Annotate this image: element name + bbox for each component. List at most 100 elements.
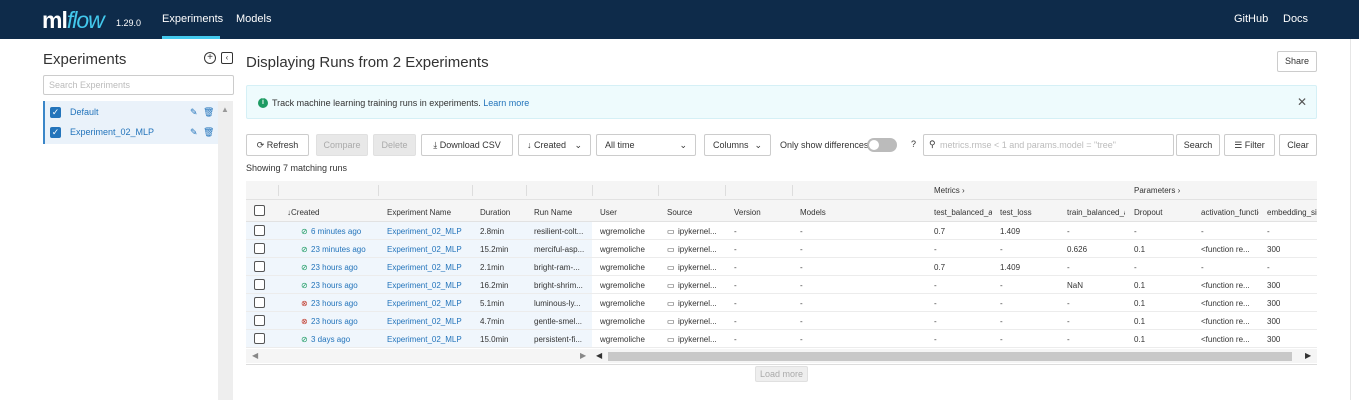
cell-created[interactable]: 3 days ago <box>311 335 350 344</box>
edit-icon[interactable]: ✎ <box>190 107 198 118</box>
cell-experiment[interactable]: Experiment_02_MLP <box>387 335 462 344</box>
column-header-source[interactable]: Source <box>667 208 692 217</box>
cell-experiment[interactable]: Experiment_02_MLP <box>387 281 462 290</box>
column-header-dropout[interactable]: Dropout <box>1134 208 1192 217</box>
cell-experiment[interactable]: Experiment_02_MLP <box>387 227 462 236</box>
filter-button[interactable]: ☰ Filter <box>1224 134 1275 156</box>
chevron-down-icon: ⌄ <box>679 140 687 150</box>
nav-models[interactable]: Models <box>236 13 271 25</box>
mlflow-logo[interactable]: mlflow <box>42 7 105 34</box>
column-header-duration[interactable]: Duration <box>480 208 510 217</box>
checkbox-checked-icon[interactable]: ✓ <box>50 107 61 118</box>
row-checkbox[interactable] <box>254 261 265 272</box>
help-icon[interactable]: ? <box>911 139 916 149</box>
nav-github[interactable]: GitHub <box>1234 13 1268 25</box>
cell-created[interactable]: 23 hours ago <box>311 281 358 290</box>
checkbox-checked-icon[interactable]: ✓ <box>50 127 61 138</box>
cell-created[interactable]: 23 hours ago <box>311 299 358 308</box>
experiment-name[interactable]: Default <box>70 107 99 117</box>
trash-icon[interactable]: 🗑 <box>203 107 214 118</box>
select-all-checkbox[interactable] <box>254 205 265 216</box>
trash-icon[interactable]: 🗑 <box>203 127 214 138</box>
experiment-item-mlp[interactable]: ✓ Experiment_02_MLP ✎ 🗑 <box>45 123 220 143</box>
row-checkbox[interactable] <box>254 297 265 308</box>
search-experiments-input[interactable]: Search Experiments <box>43 75 234 95</box>
notebook-icon: ▭ <box>667 245 675 254</box>
add-experiment-icon[interactable]: + <box>204 52 216 64</box>
scroll-right-icon[interactable]: ▶ <box>1305 351 1311 360</box>
experiment-name[interactable]: Experiment_02_MLP <box>70 127 154 137</box>
table-row[interactable]: ⊗ 23 hours ago Experiment_02_MLP 5.1min lumi… <box>246 294 1317 312</box>
nav-docs[interactable]: Docs <box>1283 13 1308 25</box>
row-checkbox[interactable] <box>254 225 265 236</box>
columns-select[interactable]: Columns ⌄ <box>704 134 771 156</box>
row-checkbox[interactable] <box>254 243 265 254</box>
column-header-models[interactable]: Models <box>800 208 826 217</box>
column-header-experiment[interactable]: Experiment Name <box>387 208 451 217</box>
table-row[interactable]: ⊘ 6 minutes ago Experiment_02_MLP 2.8min res… <box>246 222 1317 240</box>
delete-button[interactable]: Delete <box>373 134 416 156</box>
column-header-run-name[interactable]: Run Name <box>534 208 572 217</box>
scroll-left-icon[interactable]: ◀ <box>596 351 602 360</box>
cell-created[interactable]: 23 hours ago <box>311 263 358 272</box>
column-header-train-balanced[interactable]: train_balanced_accuracy <box>1067 208 1125 217</box>
edit-icon[interactable]: ✎ <box>190 127 198 138</box>
cell-experiment[interactable]: Experiment_02_MLP <box>387 317 462 326</box>
cell-created[interactable]: 23 minutes ago <box>311 245 366 254</box>
horizontal-scrollbar[interactable]: ◀ ▶ ◀ ▶ <box>246 349 1317 363</box>
metrics-group-header[interactable]: Metrics › <box>934 186 965 195</box>
toggle-knob <box>869 140 879 150</box>
column-header-activation[interactable]: activation_function <box>1201 208 1259 217</box>
download-csv-button[interactable]: ⤓ Download CSV <box>421 134 513 156</box>
experiment-item-default[interactable]: ✓ Default ✎ 🗑 <box>45 102 220 122</box>
table-row[interactable]: ⊘ 3 days ago Experiment_02_MLP 15.0min persi… <box>246 330 1317 348</box>
refresh-button[interactable]: ⟳ Refresh <box>246 134 309 156</box>
scroll-up-icon[interactable]: ▲ <box>221 105 229 114</box>
table-row[interactable]: ⊘ 23 minutes ago Experiment_02_MLP 15.2min m… <box>246 240 1317 258</box>
page-scrollbar[interactable] <box>1350 39 1359 400</box>
clear-button[interactable]: Clear <box>1279 134 1317 156</box>
scroll-right-icon[interactable]: ▶ <box>580 351 586 360</box>
cell-duration: 15.2min <box>480 245 509 254</box>
sidebar-scrollbar[interactable]: ▲ <box>218 101 233 400</box>
close-icon[interactable]: ✕ <box>1297 95 1307 109</box>
cell-dropout: 0.1 <box>1134 299 1146 308</box>
column-header-test-loss[interactable]: test_loss <box>1000 208 1058 217</box>
load-more-button[interactable]: Load more <box>755 366 808 382</box>
share-button[interactable]: Share <box>1277 51 1317 72</box>
cell-user: wgremoliche <box>600 281 645 290</box>
compare-button[interactable]: Compare <box>316 134 368 156</box>
table-row[interactable]: ⊘ 23 hours ago Experiment_02_MLP 16.2min bri… <box>246 276 1317 294</box>
collapse-sidebar-icon[interactable]: ‹ <box>221 52 233 64</box>
column-header-created[interactable]: ↓Created <box>287 208 319 217</box>
learn-more-link[interactable]: Learn more <box>483 98 529 108</box>
row-checkbox[interactable] <box>254 279 265 290</box>
cell-experiment[interactable]: Experiment_02_MLP <box>387 263 462 272</box>
column-header-version[interactable]: Version <box>734 208 761 217</box>
scroll-left-icon[interactable]: ◀ <box>252 351 258 360</box>
cell-user: wgremoliche <box>600 227 645 236</box>
only-differences-toggle[interactable] <box>867 138 897 152</box>
cell-created[interactable]: 6 minutes ago <box>311 227 361 236</box>
time-range-select[interactable]: All time ⌄ <box>596 134 696 156</box>
run-search-input[interactable]: ⚲ metrics.rmse < 1 and params.model = "tr… <box>923 134 1174 156</box>
table-row[interactable]: ⊘ 23 hours ago Experiment_02_MLP 2.1min brig… <box>246 258 1317 276</box>
column-header-embedding[interactable]: embedding_size <box>1267 208 1317 217</box>
column-header-test-balanced[interactable]: test_balanced_accuracy <box>934 208 992 217</box>
sort-select[interactable]: ↓ Created ⌄ <box>518 134 591 156</box>
column-header-user[interactable]: User <box>600 208 617 217</box>
experiment-list: ✓ Default ✎ 🗑 ✓ Experiment_02_MLP ✎ 🗑 <box>43 101 218 144</box>
parameters-group-header[interactable]: Parameters › <box>1134 186 1180 195</box>
row-checkbox[interactable] <box>254 315 265 326</box>
version-label: 1.29.0 <box>116 18 142 28</box>
cell-run-name: persistent-fi... <box>534 335 583 344</box>
cell-created[interactable]: 23 hours ago <box>311 317 358 326</box>
cell-experiment[interactable]: Experiment_02_MLP <box>387 245 462 254</box>
row-checkbox[interactable] <box>254 333 265 344</box>
search-button[interactable]: Search <box>1176 134 1220 156</box>
cell-experiment[interactable]: Experiment_02_MLP <box>387 299 462 308</box>
table-row[interactable]: ⊗ 23 hours ago Experiment_02_MLP 4.7min gent… <box>246 312 1317 330</box>
scrollbar-thumb[interactable] <box>608 352 1292 361</box>
nav-experiments[interactable]: Experiments <box>162 13 223 25</box>
cell-train-bal: 0.626 <box>1067 245 1088 254</box>
